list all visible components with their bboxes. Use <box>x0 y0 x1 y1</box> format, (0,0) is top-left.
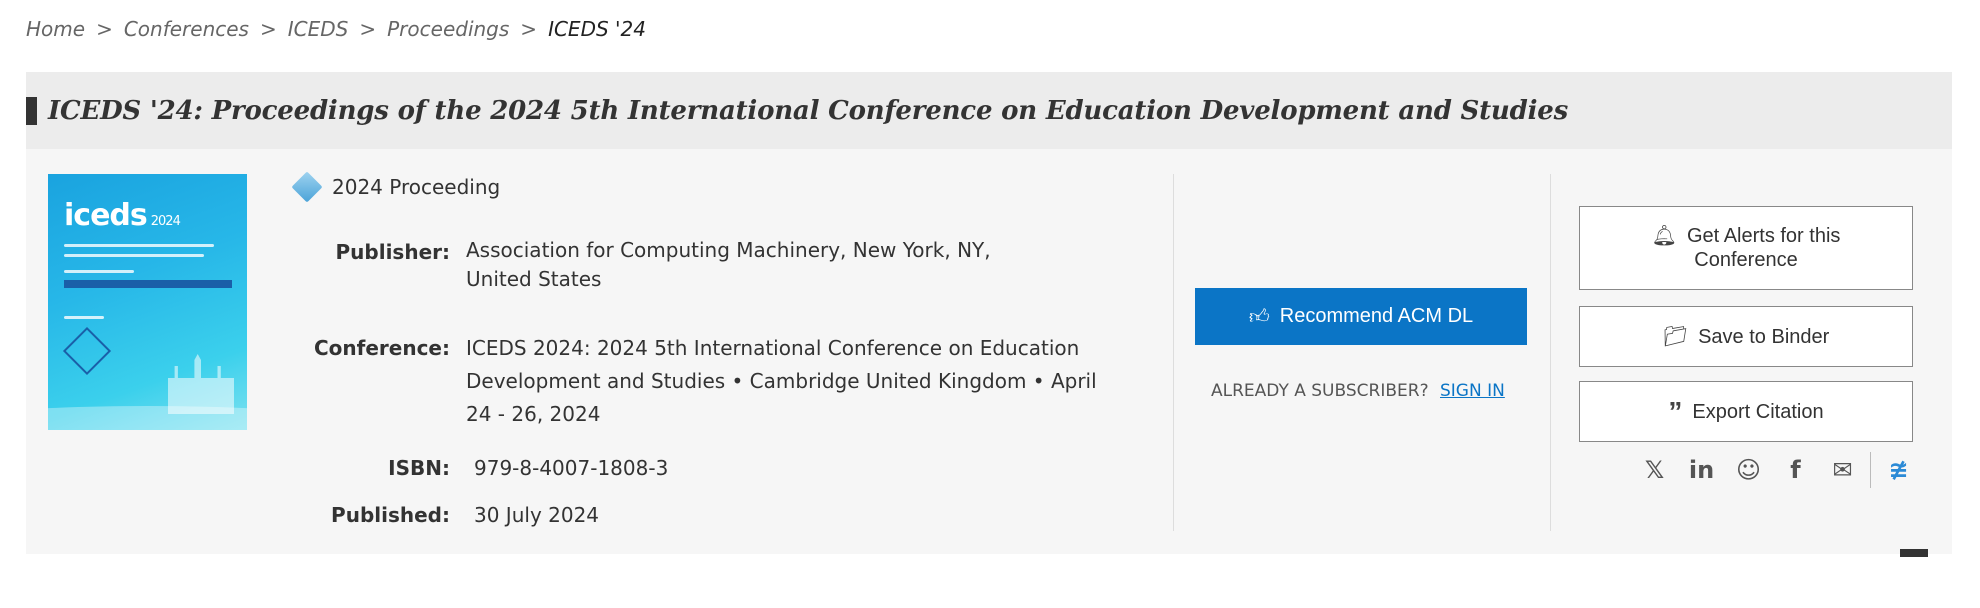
breadcrumb-current: ICEDS '24 <box>548 17 646 41</box>
proceedings-cover-image[interactable]: iceds 2024 <box>48 174 247 430</box>
title-bar: ICEDS '24: Proceedings of the 2024 5th I… <box>26 72 1952 149</box>
conference-value-line3: 24 - 26, 2024 <box>466 402 601 426</box>
published-label: Published: <box>331 503 450 527</box>
conference-value-line1[interactable]: ICEDS 2024: 2024 5th International Confe… <box>466 332 1097 365</box>
get-alerts-button[interactable]: 🔔︎ Get Alerts for this Conference <box>1579 206 1913 290</box>
isbn-field: ISBN: 979-8-4007-1808-3 <box>388 452 669 484</box>
breadcrumb-separator: > <box>96 17 113 41</box>
share-divider <box>1870 452 1871 488</box>
rss-icon[interactable]: ≇ <box>1875 456 1922 484</box>
column-divider <box>1173 174 1174 531</box>
save-to-binder-button[interactable]: 📁︎ Save to Binder <box>1579 306 1913 367</box>
recommend-acm-dl-button[interactable]: 👍︎ Recommend ACM DL <box>1195 288 1527 345</box>
alerts-label-line2: Conference <box>1694 249 1798 271</box>
folder-plus-icon: 📁︎ <box>1662 325 1689 348</box>
conference-label: Conference: <box>313 336 450 360</box>
proceeding-type-label: 2024 Proceeding <box>332 175 501 199</box>
bell-icon: 🔔︎ <box>1651 225 1677 247</box>
sign-in-link[interactable]: SIGN IN <box>1440 381 1505 401</box>
cover-text-line <box>64 270 134 273</box>
publisher-value-line1: Association for Computing Machinery, New… <box>466 238 991 262</box>
published-field: Published: 30 July 2024 <box>331 499 600 531</box>
page-title: ICEDS '24: Proceedings of the 2024 5th I… <box>48 95 1569 126</box>
column-divider <box>1550 174 1551 531</box>
breadcrumb-separator: > <box>520 17 538 41</box>
cover-logo: iceds 2024 <box>64 198 181 233</box>
reddit-icon[interactable]: ☺ <box>1725 456 1772 484</box>
citation-label: Export Citation <box>1692 400 1824 423</box>
facebook-icon[interactable]: f <box>1772 456 1819 484</box>
breadcrumb-proceedings[interactable]: Proceedings <box>387 17 509 41</box>
proceeding-panel: iceds 2024 2024 Proceeding Publisher: Ass… <box>26 149 1952 554</box>
isbn-label: ISBN: <box>388 456 450 480</box>
publisher-value-line2: United States <box>466 267 602 291</box>
binder-label: Save to Binder <box>1698 325 1830 348</box>
thumbs-up-icon: 👍︎ <box>1248 305 1270 328</box>
publisher-label: Publisher: <box>335 240 451 264</box>
proceeding-icon <box>291 171 323 203</box>
export-citation-button[interactable]: ” Export Citation <box>1579 381 1913 442</box>
breadcrumb: Home > Conferences > ICEDS > Proceedings… <box>26 12 646 46</box>
quote-icon: ” <box>1668 395 1683 427</box>
conference-field: Conference: ICEDS 2024: 2024 5th Interna… <box>314 332 1097 431</box>
linkedin-icon[interactable]: in <box>1678 456 1725 484</box>
breadcrumb-iceds[interactable]: ICEDS <box>288 17 349 41</box>
publisher-field: Publisher: Association for Computing Mac… <box>336 236 991 294</box>
breadcrumb-home[interactable]: Home <box>26 17 85 41</box>
recommend-label: Recommend ACM DL <box>1279 305 1474 327</box>
proceeding-type: 2024 Proceeding <box>291 171 501 203</box>
cover-text-line <box>64 316 104 319</box>
conference-value-line2[interactable]: Development and Studies • Cambridge Unit… <box>466 365 1097 398</box>
breadcrumb-separator: > <box>359 17 377 41</box>
alerts-label-line1: Get Alerts for this <box>1687 225 1841 247</box>
share-icons: 𝕏 in ☺ f ✉ ≇ <box>1631 452 1922 488</box>
cover-band <box>64 280 232 288</box>
subscriber-text: ALREADY A SUBSCRIBER? <box>1211 381 1429 401</box>
feedback-tab[interactable] <box>1900 549 1928 557</box>
breadcrumb-separator: > <box>259 17 277 41</box>
published-value: 30 July 2024 <box>474 503 600 527</box>
x-icon[interactable]: 𝕏 <box>1631 456 1678 484</box>
subscriber-prompt: ALREADY A SUBSCRIBER? SIGN IN <box>1211 381 1505 401</box>
title-marker <box>26 96 37 125</box>
isbn-value: 979-8-4007-1808-3 <box>474 456 669 480</box>
breadcrumb-conferences[interactable]: Conferences <box>124 17 249 41</box>
email-icon[interactable]: ✉ <box>1819 456 1866 484</box>
